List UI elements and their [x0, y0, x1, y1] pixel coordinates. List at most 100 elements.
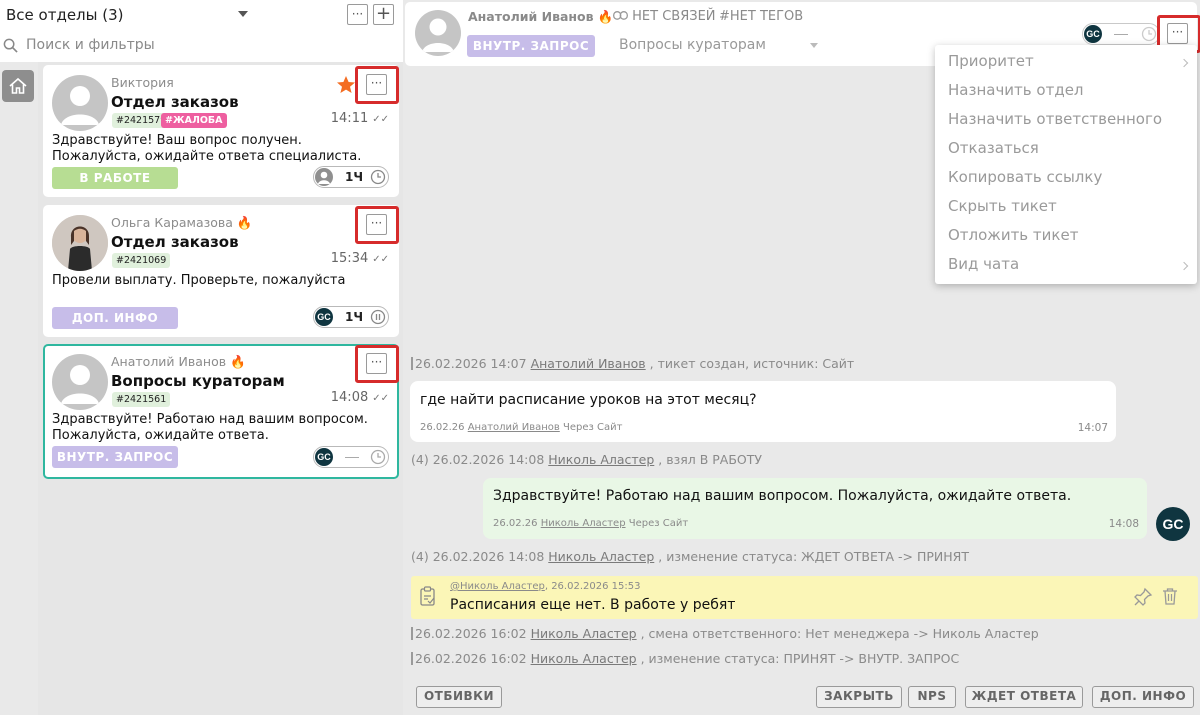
user-link[interactable]: Анатолий Иванов — [531, 356, 646, 371]
timer-empty — [345, 457, 359, 458]
links-label[interactable]: НЕТ СВЯЗЕЙ — [613, 9, 716, 24]
highlight-box: ··· — [355, 66, 399, 104]
event-assignee: 26.02.2026 16:02 Николь Аластер , смена … — [411, 626, 1039, 641]
ticket-title: Отдел заказов — [111, 93, 239, 111]
star-icon[interactable] — [336, 75, 356, 95]
avatar: GC — [315, 448, 333, 466]
timer-value: 1Ч — [345, 310, 364, 324]
plus-icon[interactable]: + — [373, 4, 394, 25]
menu-item-copy-link[interactable]: Копировать ссылку — [948, 168, 1102, 186]
user-link[interactable]: Николь Аластер — [548, 549, 654, 564]
ticket-author: Ольга Карамазова 🔥 — [111, 215, 253, 230]
more-button[interactable]: ··· — [366, 214, 387, 235]
chat-user-name: Анатолий Иванов 🔥 — [468, 9, 614, 24]
avatar — [52, 354, 108, 410]
user-link[interactable]: @Николь Аластер — [450, 581, 545, 592]
assignee-timer[interactable]: GC — [1082, 23, 1160, 45]
ticket-card[interactable]: Виктория Отдел заказов #2421579 #ЖАЛОБА … — [43, 65, 399, 197]
event-created: 26.02.2026 14:07 Анатолий Иванов , тикет… — [411, 356, 854, 371]
avatar — [315, 168, 333, 186]
search-input[interactable]: Поиск и фильтры — [0, 33, 403, 59]
message-time: 14:08 — [1108, 518, 1139, 530]
note-text: Расписания еще нет. В работе у ребят — [450, 597, 736, 613]
clock-icon — [1141, 26, 1157, 42]
avatar — [52, 75, 108, 131]
user-link[interactable]: Анатолий Иванов — [468, 422, 560, 433]
status-badge[interactable]: В РАБОТЕ — [52, 167, 178, 189]
status-badge[interactable]: ВНУТР. ЗАПРОС — [467, 35, 595, 57]
event-taken: (4) 26.02.2026 14:08 Николь Аластер , вз… — [411, 452, 763, 467]
pause-icon — [370, 309, 386, 325]
ticket-complaint-tag[interactable]: #ЖАЛОБА — [161, 113, 227, 128]
ticket-preview: Здравствуйте! Ваш вопрос получен. Пожалу… — [52, 133, 362, 164]
ticket-time: 14:11 ✓✓ — [330, 111, 389, 126]
status-badge[interactable]: ВНУТР. ЗАПРОС — [52, 446, 178, 468]
clock-icon — [370, 169, 386, 185]
chevron-down-icon[interactable] — [810, 43, 818, 48]
user-link[interactable]: Николь Аластер — [541, 518, 626, 529]
close-ticket-button[interactable]: ЗАКРЫТЬ — [816, 686, 902, 708]
message-text: где найти расписание уроков на этот меся… — [420, 392, 757, 408]
department-select[interactable]: Вопросы кураторам — [619, 37, 766, 53]
internal-note: @Николь Аластер, 26.02.2026 15:53 Распис… — [411, 576, 1198, 619]
chevron-right-icon — [1179, 261, 1189, 271]
nav-rail — [0, 62, 38, 715]
message-time: 14:07 — [1077, 422, 1108, 434]
search-icon — [3, 38, 18, 53]
ticket-title: Вопросы кураторам — [111, 372, 285, 390]
assignee-timer[interactable]: GC — [313, 446, 389, 468]
ticket-card-active[interactable]: Анатолий Иванов 🔥 Вопросы кураторам #242… — [43, 344, 399, 479]
menu-item-decline[interactable]: Отказаться — [948, 139, 1039, 157]
templates-button[interactable]: ОТБИВКИ — [416, 686, 502, 708]
more-info-button[interactable]: ДОП. ИНФО — [1092, 686, 1194, 708]
message-incoming: где найти расписание уроков на этот меся… — [410, 381, 1116, 442]
assignee-timer[interactable]: GC 1Ч — [313, 306, 389, 328]
ticket-context-menu: Приоритет Назначить отдел Назначить отве… — [935, 45, 1197, 284]
timer-empty — [1114, 34, 1128, 35]
menu-item-postpone-ticket[interactable]: Отложить тикет — [948, 226, 1078, 244]
ticket-time: 14:08 ✓✓ — [330, 390, 389, 405]
menu-item-assign-owner[interactable]: Назначить ответственного — [948, 110, 1162, 128]
ticket-preview: Провели выплату. Проверьте, пожалуйста — [52, 273, 346, 288]
department-selector[interactable]: Все отделы (3) — [6, 6, 124, 24]
highlight-box: ··· — [355, 345, 399, 383]
menu-item-assign-department[interactable]: Назначить отдел — [948, 81, 1084, 99]
more-button[interactable]: ··· — [1167, 23, 1188, 44]
more-button[interactable]: ··· — [366, 353, 387, 374]
nps-button[interactable]: NPS — [908, 686, 956, 708]
search-placeholder: Поиск и фильтры — [26, 37, 155, 53]
highlight-box: ··· — [355, 206, 399, 244]
avatar: GC — [1156, 507, 1190, 541]
ticket-list-panel: Все отделы (3) ··· + Поиск и фильтры Вик… — [0, 0, 403, 715]
menu-item-chat-view[interactable]: Вид чата — [948, 255, 1019, 273]
user-link[interactable]: Николь Аластер — [548, 452, 654, 467]
ticket-title: Отдел заказов — [111, 233, 239, 251]
ticket-author: Виктория — [111, 75, 174, 90]
ticket-id-tag[interactable]: #2421561 — [112, 392, 171, 407]
menu-item-hide-ticket[interactable]: Скрыть тикет — [948, 197, 1057, 215]
chevron-down-icon[interactable] — [238, 11, 248, 17]
user-link[interactable]: Николь Аластер — [531, 626, 637, 641]
pin-icon[interactable] — [1133, 587, 1153, 607]
message-text: Здравствуйте! Работаю над вашим вопросом… — [493, 488, 1072, 504]
await-reply-button[interactable]: ЖДЕТ ОТВЕТА — [965, 686, 1083, 708]
menu-item-priority[interactable]: Приоритет — [948, 52, 1034, 70]
department-bar: Все отделы (3) ··· + — [0, 0, 403, 30]
trash-icon[interactable] — [1162, 587, 1178, 605]
assignee-timer[interactable]: 1Ч — [313, 166, 389, 188]
fire-icon: 🔥 — [597, 9, 614, 24]
home-button[interactable] — [2, 70, 34, 102]
chevron-right-icon — [1179, 58, 1189, 68]
more-button[interactable]: ··· — [366, 74, 387, 95]
ticket-id-tag[interactable]: #2421069 — [112, 253, 171, 268]
more-dots-icon[interactable]: ··· — [347, 4, 368, 25]
clipboard-icon — [420, 586, 435, 606]
user-link[interactable]: Николь Аластер — [531, 651, 637, 666]
tags-label[interactable]: #НЕТ ТЕГОВ — [719, 9, 803, 24]
link-icon — [613, 11, 628, 20]
ticket-card[interactable]: Ольга Карамазова 🔥 Отдел заказов #242106… — [43, 205, 399, 337]
avatar: GC — [315, 308, 333, 326]
note-meta: @Николь Аластер, 26.02.2026 15:53 — [450, 581, 641, 592]
home-icon — [9, 77, 27, 94]
status-badge[interactable]: ДОП. ИНФО — [52, 307, 178, 329]
